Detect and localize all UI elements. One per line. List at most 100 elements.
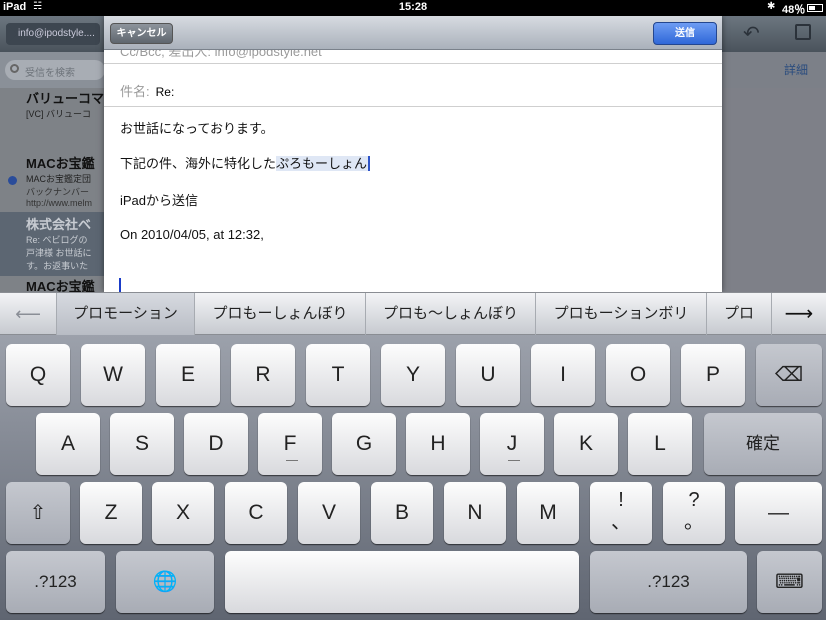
hide-keyboard-key[interactable]: ⌨ bbox=[757, 551, 822, 613]
message-subject: [VC] バリューコ bbox=[26, 109, 92, 119]
key-f[interactable]: F bbox=[258, 413, 322, 475]
message-sender: バリューコマ bbox=[26, 91, 104, 106]
key-a[interactable]: A bbox=[36, 413, 100, 475]
key-x[interactable]: X bbox=[152, 482, 214, 544]
body-text-prefix: 下記の件、海外に特化した bbox=[120, 156, 277, 171]
key-h[interactable]: H bbox=[406, 413, 470, 475]
compose-sheet: キャンセル 送信 Cc/Bcc, 差出人: info@ipodstyle.net… bbox=[104, 16, 722, 292]
key-s[interactable]: S bbox=[110, 413, 174, 475]
candidate-bar: ⟵ プロモーション プロもーしょんぼり プロも〜しょんぼり プロもーションボリ … bbox=[0, 292, 826, 335]
unread-dot-icon bbox=[8, 176, 17, 185]
key-j[interactable]: J bbox=[480, 413, 544, 475]
message-preview: 戸津様 お世話に bbox=[26, 248, 92, 258]
key-b[interactable]: B bbox=[371, 482, 433, 544]
key-d[interactable]: D bbox=[184, 413, 248, 475]
message-subject: Re: ベビログの bbox=[26, 235, 88, 245]
cancel-button[interactable]: キャンセル bbox=[110, 23, 173, 44]
message-preview: バックナンバー bbox=[26, 187, 90, 197]
send-button[interactable]: 送信 bbox=[653, 22, 717, 45]
key-label: ! bbox=[618, 489, 624, 511]
key-label: ? bbox=[688, 489, 700, 511]
ipad-screen: { "status_bar":{"device":"iPad","time":"… bbox=[0, 0, 826, 620]
status-bar: iPad ☵ 15:28 ✱ 48％ bbox=[0, 0, 826, 16]
subject-input[interactable]: Re: bbox=[156, 85, 175, 99]
compose-icon[interactable] bbox=[795, 24, 811, 40]
list-item[interactable]: 株式会社ベ Re: ベビログの 戸津様 お世話に す。お返事いた bbox=[0, 212, 104, 276]
key-n[interactable]: N bbox=[444, 482, 506, 544]
message-sender: 株式会社ベ bbox=[26, 217, 92, 232]
compose-nav-bar: キャンセル 送信 bbox=[104, 16, 722, 50]
shift-key[interactable]: ⇧ bbox=[6, 482, 70, 544]
details-link[interactable]: 詳細 bbox=[784, 61, 808, 78]
message-header-bar bbox=[722, 52, 826, 88]
key-question[interactable]: ? 。 bbox=[663, 482, 725, 544]
marked-text[interactable]: ぷろもーしょん bbox=[276, 156, 371, 171]
message-sender: MACお宝鑑 bbox=[26, 279, 95, 292]
search-icon bbox=[10, 64, 19, 73]
list-item[interactable]: MACお宝鑑 bbox=[0, 276, 104, 292]
candidate-item[interactable]: プロ bbox=[706, 293, 771, 335]
mailbox-back-button[interactable]: info@ipodstyle.... bbox=[6, 23, 100, 45]
keyboard-icon: ⌨ bbox=[775, 571, 804, 593]
key-u[interactable]: U bbox=[456, 344, 520, 406]
bluetooth-icon: ✱ bbox=[767, 1, 776, 12]
home-bump-icon bbox=[508, 460, 520, 461]
text-cursor bbox=[119, 278, 121, 292]
right-arrow-icon[interactable]: ⟶ bbox=[771, 293, 826, 335]
key-dash[interactable]: — bbox=[735, 482, 822, 544]
message-preview: す。お返事いた bbox=[26, 261, 89, 271]
key-k[interactable]: K bbox=[554, 413, 618, 475]
left-arrow-icon[interactable]: ⟵ bbox=[0, 293, 56, 335]
subject-label: 件名: bbox=[120, 84, 150, 99]
key-t[interactable]: T bbox=[306, 344, 370, 406]
key-v[interactable]: V bbox=[298, 482, 360, 544]
candidate-item[interactable]: プロも〜しょんぼり bbox=[365, 293, 535, 335]
shift-icon: ⇧ bbox=[29, 502, 47, 524]
message-sender: MACお宝鑑 bbox=[26, 156, 95, 171]
reply-icon[interactable]: ↶ bbox=[743, 21, 760, 46]
confirm-key[interactable]: 確定 bbox=[704, 413, 822, 475]
key-label: 。 bbox=[684, 511, 704, 533]
key-z[interactable]: Z bbox=[80, 482, 142, 544]
numbers-key[interactable]: .?123 bbox=[6, 551, 105, 613]
subject-field[interactable]: 件名: Re: bbox=[104, 73, 722, 107]
key-exclamation[interactable]: ! 、 bbox=[590, 482, 652, 544]
key-label: J bbox=[506, 432, 518, 455]
battery-percent: 48％ bbox=[782, 4, 806, 16]
key-o[interactable]: O bbox=[606, 344, 670, 406]
key-p[interactable]: P bbox=[681, 344, 745, 406]
body-line[interactable]: お世話になっております。 bbox=[120, 118, 720, 137]
message-preview: http://www.melm bbox=[26, 198, 93, 208]
key-m[interactable]: M bbox=[517, 482, 579, 544]
space-key[interactable] bbox=[225, 551, 579, 613]
globe-key[interactable]: 🌐 bbox=[116, 551, 214, 613]
candidate-item[interactable]: プロモーション bbox=[56, 293, 194, 335]
candidate-item[interactable]: プロもーションボリ bbox=[535, 293, 706, 335]
candidate-item[interactable]: プロもーしょんぼり bbox=[194, 293, 365, 335]
key-r[interactable]: R bbox=[231, 344, 295, 406]
key-w[interactable]: W bbox=[81, 344, 145, 406]
key-label: F bbox=[283, 432, 297, 455]
key-y[interactable]: Y bbox=[381, 344, 445, 406]
key-e[interactable]: E bbox=[156, 344, 220, 406]
numbers-key-right[interactable]: .?123 bbox=[590, 551, 747, 613]
key-l[interactable]: L bbox=[628, 413, 692, 475]
key-label: 、 bbox=[611, 511, 631, 533]
clock: 15:28 bbox=[398, 1, 428, 13]
backspace-icon: ⌫ bbox=[774, 364, 804, 386]
key-q[interactable]: Q bbox=[6, 344, 70, 406]
body-line[interactable]: iPadから送信 bbox=[120, 190, 720, 209]
key-g[interactable]: G bbox=[332, 413, 396, 475]
key-c[interactable]: C bbox=[225, 482, 287, 544]
search-input[interactable]: 受信を検索 bbox=[5, 60, 105, 80]
globe-icon: 🌐 bbox=[152, 571, 178, 593]
home-bump-icon bbox=[286, 460, 298, 461]
body-line[interactable]: On 2010/04/05, at 12:32, bbox=[120, 227, 720, 242]
key-i[interactable]: I bbox=[531, 344, 595, 406]
body-line[interactable]: 下記の件、海外に特化したぷろもーしょん bbox=[120, 153, 720, 172]
cc-bcc-from-field[interactable]: Cc/Bcc, 差出人: info@ipodstyle.net bbox=[104, 50, 722, 64]
battery-icon bbox=[807, 4, 823, 12]
keyboard: Q W E R T Y U I O P ⌫ A S D F G H J K L … bbox=[0, 335, 826, 620]
list-item[interactable]: バリューコマ [VC] バリューコ bbox=[0, 88, 104, 150]
backspace-key[interactable]: ⌫ bbox=[756, 344, 822, 406]
